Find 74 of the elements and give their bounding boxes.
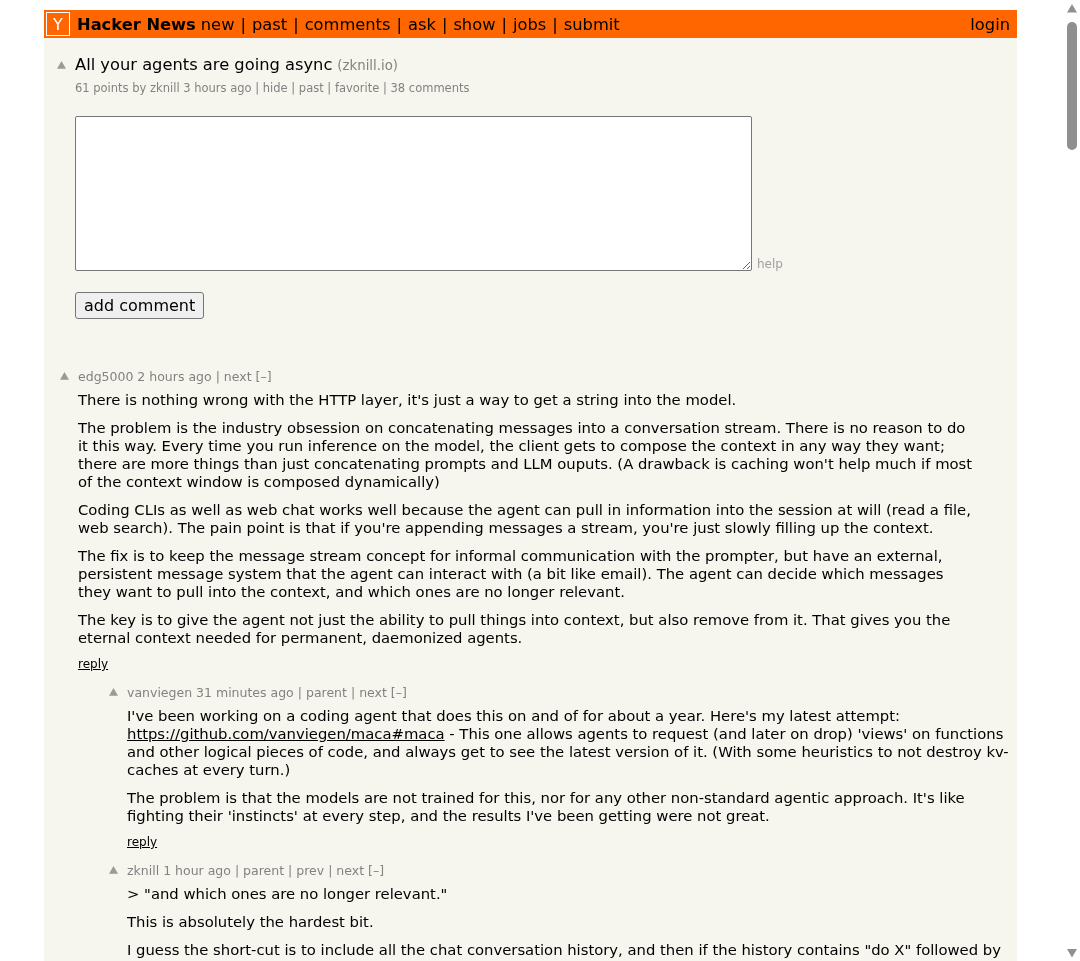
separator-text: | (288, 863, 293, 878)
comment-text: Coding CLIs as well as web chat works well because the agent can pull in information into the session at will (read a file, web search). The pain point is that if you're appending messages a stream, you're just slowly filling up the context. (78, 501, 972, 537)
timestamp-link[interactable]: 3 hours ago (183, 81, 252, 95)
separator-text: | (240, 14, 246, 34)
comment-text: I guess the short-cut is to include all the chat conversation history, and then if the history contains "do X" followed by (127, 941, 1002, 959)
collapse-toggle[interactable]: [–] (368, 863, 385, 878)
comment-nav-link[interactable]: next (359, 685, 387, 700)
separator-text: | (396, 14, 402, 34)
timestamp-link[interactable]: 1 hour ago (163, 863, 231, 878)
points-text: 61 points (75, 81, 129, 95)
separator-text: | (327, 81, 332, 95)
comment-nav-link[interactable]: next (223, 369, 252, 384)
collapse-toggle[interactable]: [–] (390, 685, 407, 700)
story-title-link[interactable]: All your agents are going async (75, 55, 333, 74)
scrollbar-thumb[interactable] (1066, 21, 1077, 150)
separator-text: | (293, 14, 299, 34)
separator-text: | (501, 14, 507, 34)
username-link[interactable]: edg5000 (78, 369, 134, 384)
nav-link[interactable]: jobs (512, 14, 547, 34)
separator-text: | (291, 81, 296, 95)
login-link[interactable]: login (970, 14, 1010, 34)
site-logo[interactable]: Y (46, 12, 70, 36)
separator-text: | (552, 14, 558, 34)
username-link[interactable]: vanviegen (127, 685, 193, 700)
add-comment-button[interactable]: add comment (75, 292, 205, 319)
scroll-down-arrow-icon[interactable] (1066, 948, 1077, 957)
upvote-arrow-icon[interactable] (57, 61, 66, 69)
comment-text: The problem is that the models are not trained for this, nor for any other non-standard agentic approach. It's like fighting their 'instincts' at every step, and the results I've been getting were not great. (127, 789, 966, 825)
comment-nav-link[interactable]: prev (296, 863, 325, 878)
separator-text: | (215, 369, 220, 384)
separator-text: | (234, 863, 240, 878)
site-name-link[interactable]: Hacker News (77, 14, 196, 34)
story-action-link[interactable]: past (298, 81, 324, 95)
story-action-link[interactable]: 38 comments (390, 81, 470, 95)
comment-text: The key is to give the agent not just the ability to pull things into context, but also remove from it. That gives you the eternal context needed for permanent, daemonized agents. (78, 611, 952, 647)
nav-link[interactable]: ask (408, 14, 436, 34)
collapse-toggle[interactable]: [–] (255, 369, 272, 384)
username-link[interactable]: zknill (127, 863, 160, 878)
upvote-arrow-icon[interactable] (60, 372, 69, 380)
comment-nav-link[interactable]: parent (305, 685, 347, 700)
nav-link[interactable]: submit (563, 14, 620, 34)
separator-text: | (255, 81, 260, 95)
timestamp-link[interactable]: 31 minutes ago (196, 685, 294, 700)
nav-link[interactable]: past (251, 14, 288, 34)
scroll-up-arrow-icon[interactable] (1066, 4, 1077, 13)
reply-link[interactable]: reply (78, 657, 109, 671)
separator-text: | (328, 863, 333, 878)
comment-field[interactable] (75, 116, 752, 271)
username-link[interactable]: zknill (150, 81, 180, 95)
byline-text: by (132, 81, 147, 95)
nav-link[interactable]: show (453, 14, 496, 34)
help-link[interactable]: help (757, 257, 783, 271)
comment-text: > "and which ones are no longer relevant." (127, 885, 449, 903)
story-action-link[interactable]: hide (262, 81, 288, 95)
comment-text: The problem is the industry obsession on concatenating messages into a conversation stream. There is no reason to do it this way. Every time you run inference on the model, the client gets to compose the context in any way they want; there are more things than just concatenating prompts and LLM ouputs. (A drawback is caching won't help much if most of the context window is composed dynamically) (78, 419, 974, 491)
story-action-link[interactable]: favorite (334, 81, 380, 95)
url-link[interactable]: https://github.com/vanviegen/maca#maca (127, 725, 445, 742)
separator-text: | (383, 81, 387, 95)
nav-link[interactable]: new (200, 14, 235, 34)
site-domain-link[interactable]: (zknill.io) (337, 56, 398, 75)
nav-link[interactable]: comments (304, 14, 391, 34)
comment-nav-link[interactable]: parent (243, 863, 285, 878)
upvote-arrow-icon[interactable] (109, 688, 118, 696)
upvote-arrow-icon[interactable] (109, 866, 118, 874)
comment-text: The fix is to keep the message stream concept for informal communication with the prompter, but have an external, persistent message system that the agent can interact with (a bit like email). The agent can decide which messages they want to pull into the context, and which ones are no longer relevant. (78, 547, 945, 601)
comment-nav-link[interactable]: next (336, 863, 365, 878)
separator-text: | (297, 685, 302, 700)
comment-text: There is nothing wrong with the HTTP layer, it's just a way to get a string into the model. (78, 391, 738, 409)
timestamp-link[interactable]: 2 hours ago (137, 369, 212, 384)
reply-link[interactable]: reply (127, 835, 158, 849)
separator-text: | (350, 685, 356, 700)
comment-text: This is absolutely the hardest bit. (127, 913, 375, 931)
separator-text: | (441, 14, 448, 34)
comment-text: I've been working on a coding agent that does this on and of for about a year. Here's my latest attempt: https://github.com/vanviegen/maca#maca - This one allows agents to request (and later on drop) 'views' on functions and other logical pieces of code, and always get to see the latest version of it. (With some heuristics to not destroy kv-caches at every turn.) (127, 707, 1010, 779)
